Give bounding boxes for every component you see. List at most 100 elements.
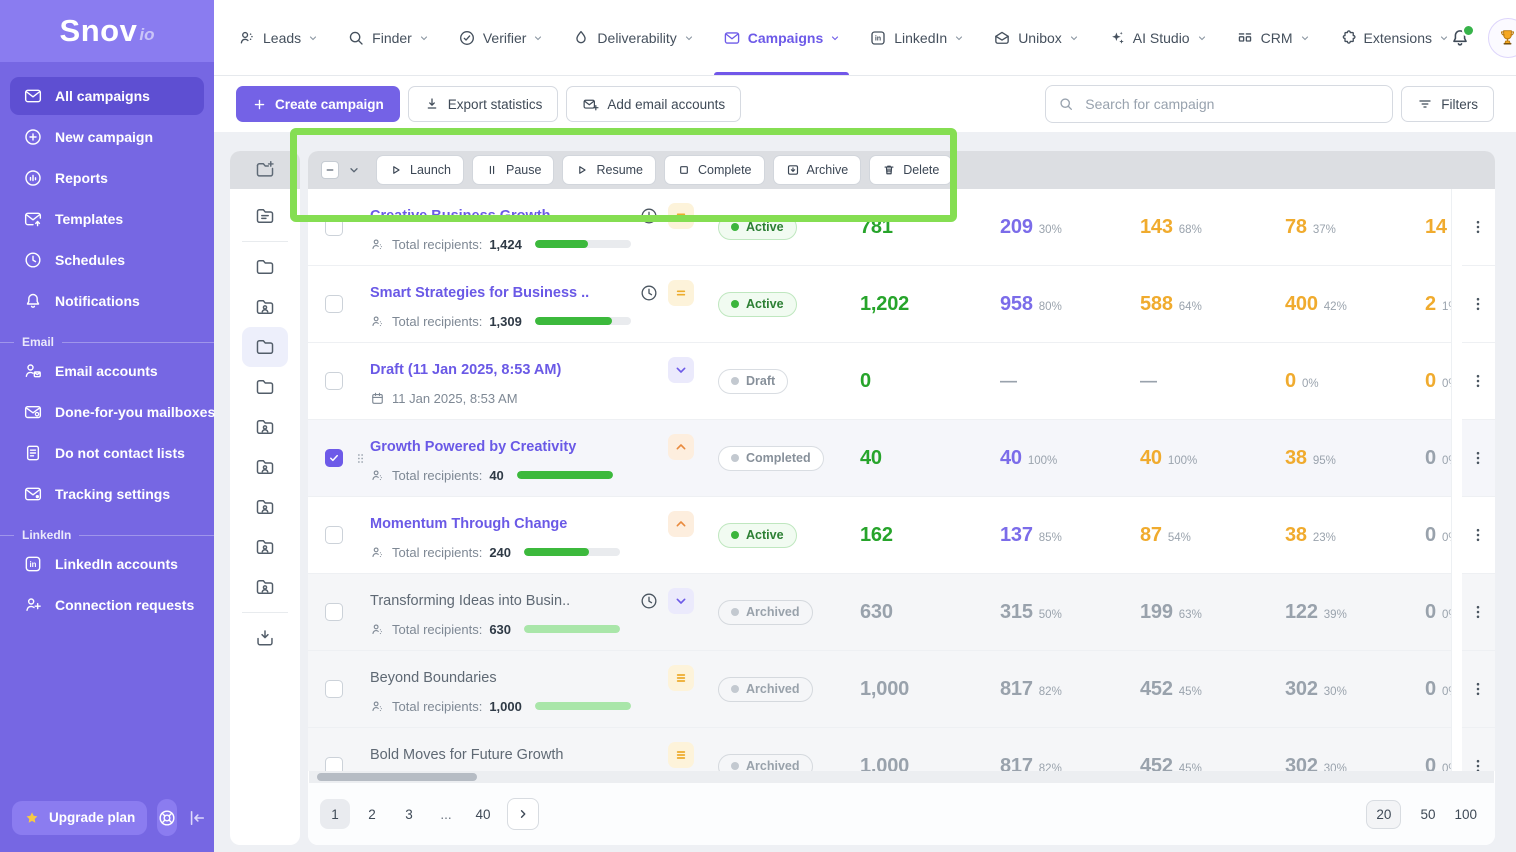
- nav-item-ai-studio[interactable]: AI Studio: [1108, 0, 1207, 75]
- collapse-row-button[interactable]: [668, 434, 694, 460]
- folder-rail-item[interactable]: [242, 618, 288, 658]
- sidebar-item-do-not-contact-lists[interactable]: Do not contact lists: [10, 434, 204, 472]
- nav-item-unibox[interactable]: Unibox: [993, 0, 1079, 75]
- sidebar-item-linkedin-accounts[interactable]: inLinkedIn accounts: [10, 545, 204, 583]
- expand-row-button[interactable]: [668, 588, 694, 614]
- folder-rail-item[interactable]: [242, 367, 288, 407]
- achievements-trophy-button[interactable]: [1488, 18, 1516, 58]
- row-checkbox[interactable]: [325, 526, 343, 544]
- create-campaign-button[interactable]: Create campaign: [236, 86, 400, 122]
- row-menu-button[interactable]: [1461, 449, 1495, 467]
- nav-item-campaigns[interactable]: Campaigns: [723, 0, 840, 75]
- page-button[interactable]: 40: [468, 799, 498, 829]
- sidebar-item-all-campaigns[interactable]: All campaigns: [10, 77, 204, 115]
- add-folder-button[interactable]: [230, 151, 300, 189]
- row-menu-button[interactable]: [1461, 295, 1495, 313]
- folder-rail-item[interactable]: [242, 196, 288, 236]
- priority-icon[interactable]: [668, 280, 694, 306]
- page-button[interactable]: 3: [394, 799, 424, 829]
- export-statistics-button[interactable]: Export statistics: [408, 86, 559, 122]
- sidebar-item-notifications[interactable]: Notifications: [10, 282, 204, 320]
- row-checkbox[interactable]: [325, 295, 343, 313]
- schedule-clock-button[interactable]: [636, 280, 662, 306]
- bulk-pause-button[interactable]: Pause: [472, 155, 554, 185]
- row-checkbox[interactable]: [325, 680, 343, 698]
- snov-logo[interactable]: Snovio: [0, 0, 214, 62]
- upgrade-plan-button[interactable]: Upgrade plan: [12, 801, 147, 835]
- row-menu-button[interactable]: [1461, 680, 1495, 698]
- row-checkbox[interactable]: [325, 603, 343, 621]
- select-menu-chevron[interactable]: [348, 164, 360, 176]
- search-input[interactable]: [1083, 95, 1380, 113]
- row-menu-button[interactable]: [1461, 603, 1495, 621]
- nav-item-label: AI Studio: [1133, 30, 1190, 46]
- sidebar-item-reports[interactable]: Reports: [10, 159, 204, 197]
- row-checkbox[interactable]: [325, 372, 343, 390]
- add-email-accounts-button[interactable]: Add email accounts: [566, 86, 741, 122]
- schedule-clock-button[interactable]: [636, 203, 662, 229]
- nav-item-verifier[interactable]: Verifier: [458, 0, 544, 75]
- notifications-bell-button[interactable]: [1449, 27, 1471, 49]
- sidebar-item-schedules[interactable]: Schedules: [10, 241, 204, 279]
- folder-rail-item[interactable]: [242, 447, 288, 487]
- campaign-name-link[interactable]: Smart Strategies for Business ..: [370, 285, 630, 301]
- campaign-name-link[interactable]: Beyond Boundaries: [370, 670, 662, 686]
- filters-button[interactable]: Filters: [1401, 86, 1494, 122]
- sidebar-item-done-for-you-mailboxes[interactable]: Done-for-you mailboxes: [10, 393, 204, 431]
- select-all-checkbox[interactable]: [321, 161, 339, 179]
- row-menu-button[interactable]: [1461, 757, 1495, 771]
- next-page-button[interactable]: [507, 798, 539, 830]
- row-menu-button[interactable]: [1461, 372, 1495, 390]
- expand-row-button[interactable]: [668, 357, 694, 383]
- nav-item-crm[interactable]: CRM: [1236, 0, 1310, 75]
- collapse-sidebar-button[interactable]: [187, 808, 207, 828]
- page-size-option[interactable]: 50: [1420, 807, 1435, 822]
- sidebar-item-email-accounts[interactable]: Email accounts: [10, 352, 204, 390]
- folder-rail-item[interactable]: [242, 567, 288, 607]
- sidebar-item-templates[interactable]: Templates: [10, 200, 204, 238]
- nav-item-finder[interactable]: Finder: [347, 0, 429, 75]
- row-checkbox[interactable]: [325, 449, 343, 467]
- campaign-name-link[interactable]: Creative Business Growth: [370, 208, 630, 224]
- campaign-name-link[interactable]: Momentum Through Change: [370, 516, 662, 532]
- folder-rail-item[interactable]: [242, 247, 288, 287]
- nav-item-deliverability[interactable]: Deliverability: [572, 0, 693, 75]
- drag-handle[interactable]: [354, 452, 370, 465]
- priority-icon[interactable]: [668, 742, 694, 768]
- campaign-name-link[interactable]: Transforming Ideas into Busin..: [370, 593, 630, 609]
- sidebar-item-connection-requests[interactable]: Connection requests: [10, 586, 204, 624]
- bulk-delete-button[interactable]: Delete: [869, 155, 952, 185]
- bulk-complete-button[interactable]: Complete: [664, 155, 765, 185]
- campaign-name-link[interactable]: Growth Powered by Creativity: [370, 439, 662, 455]
- row-checkbox[interactable]: [325, 757, 343, 771]
- page-button[interactable]: 2: [357, 799, 387, 829]
- page-size-option[interactable]: 100: [1454, 807, 1477, 822]
- nav-item-extensions[interactable]: Extensions: [1339, 0, 1449, 75]
- folder-rail-item[interactable]: [242, 407, 288, 447]
- nav-item-leads[interactable]: Leads: [238, 0, 318, 75]
- priority-icon[interactable]: [668, 203, 694, 229]
- sidebar-item-tracking-settings[interactable]: Tracking settings: [10, 475, 204, 513]
- folder-rail-item[interactable]: [242, 487, 288, 527]
- bulk-launch-button[interactable]: Launch: [376, 155, 464, 185]
- campaign-name-link[interactable]: Bold Moves for Future Growth: [370, 747, 662, 763]
- bulk-archive-button[interactable]: Archive: [773, 155, 862, 185]
- page-size-option[interactable]: 20: [1366, 800, 1401, 829]
- collapse-row-button[interactable]: [668, 511, 694, 537]
- schedule-clock-button[interactable]: [636, 588, 662, 614]
- campaign-search[interactable]: [1045, 85, 1393, 123]
- bulk-resume-button[interactable]: Resume: [562, 155, 656, 185]
- sidebar-item-new-campaign[interactable]: New campaign: [10, 118, 204, 156]
- row-menu-button[interactable]: [1461, 218, 1495, 236]
- folder-rail-item[interactable]: [242, 327, 288, 367]
- campaign-name-link[interactable]: Draft (11 Jan 2025, 8:53 AM): [370, 362, 662, 378]
- nav-item-linkedin[interactable]: inLinkedIn: [869, 0, 964, 75]
- page-button[interactable]: 1: [320, 799, 350, 829]
- folder-rail-item[interactable]: [242, 527, 288, 567]
- priority-icon[interactable]: [668, 665, 694, 691]
- row-checkbox[interactable]: [325, 218, 343, 236]
- scrollbar-thumb[interactable]: [317, 773, 477, 781]
- row-menu-button[interactable]: [1461, 526, 1495, 544]
- help-button[interactable]: [157, 799, 177, 836]
- folder-rail-item[interactable]: [242, 287, 288, 327]
